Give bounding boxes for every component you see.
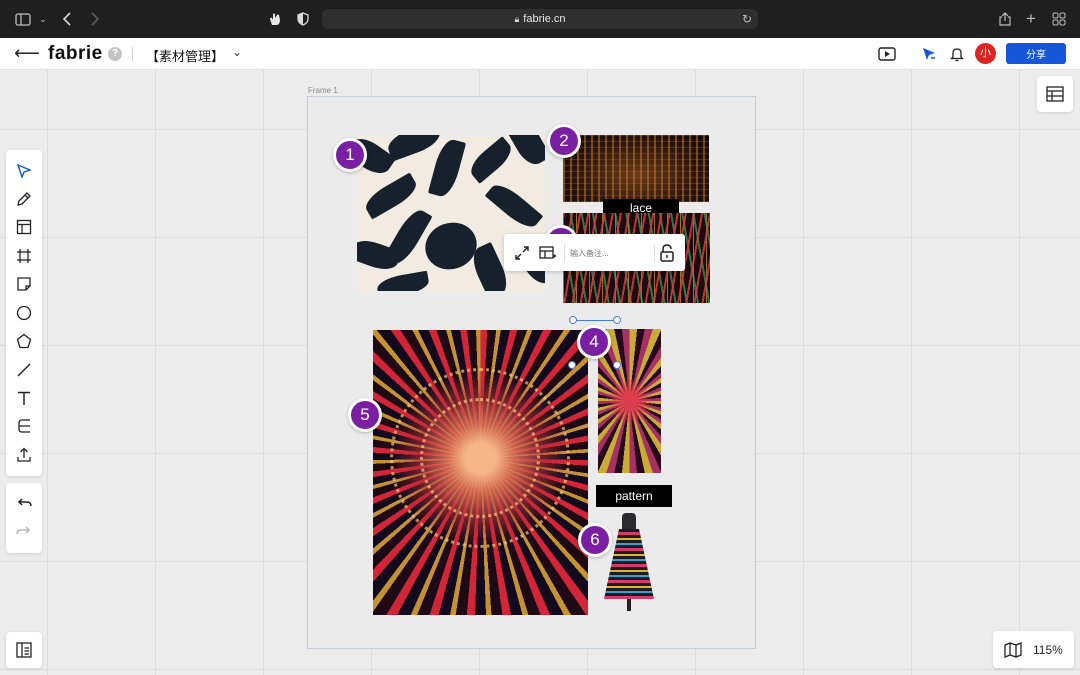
share-icon[interactable] (996, 10, 1014, 28)
present-icon[interactable] (878, 45, 896, 63)
leaf-shape (361, 172, 421, 220)
note-input[interactable] (570, 244, 652, 262)
leaf-shape (506, 135, 545, 170)
frame-icon[interactable] (14, 246, 34, 266)
number-badge-1[interactable]: 1 (333, 138, 367, 172)
pattern-label[interactable]: pattern (596, 485, 672, 507)
number-badge-5[interactable]: 5 (348, 398, 382, 432)
url-text: fabrie.cn (523, 13, 566, 25)
app-header: ⟵ fabrie ? 【素材管理】 ⌄ 小 分享 (0, 38, 1080, 70)
frame-label[interactable]: Frame 1 (308, 86, 338, 95)
leaf-shape (384, 135, 444, 162)
hand-icon[interactable] (266, 10, 284, 28)
garment-stand (627, 599, 631, 611)
leaf-shape (418, 215, 484, 277)
share-button[interactable]: 分享 (1006, 43, 1066, 64)
resize-handle[interactable] (569, 316, 577, 324)
sidebar-icon[interactable] (14, 10, 32, 28)
logo[interactable]: fabrie (48, 43, 103, 65)
leaf-shape (465, 136, 517, 184)
project-name[interactable]: 【素材管理】 (146, 46, 224, 65)
cursor-icon[interactable] (920, 45, 938, 63)
header-divider (132, 47, 133, 61)
zoom-level: 115% (1033, 643, 1063, 657)
selection-edge (573, 320, 617, 321)
pen-icon[interactable] (14, 189, 34, 209)
garment-neck (622, 513, 636, 531)
circle-icon[interactable] (14, 303, 34, 323)
mandala-image[interactable] (373, 330, 588, 615)
reload-icon[interactable]: ↻ (742, 12, 752, 26)
zoom-control[interactable]: 115% (993, 631, 1074, 668)
leaf-shape (484, 178, 544, 234)
table-view-button[interactable] (1037, 76, 1073, 112)
leaf-shape (375, 270, 431, 291)
chevron-down-icon[interactable]: ⌄ (232, 45, 242, 59)
history-panel (6, 483, 42, 553)
upload-icon[interactable] (14, 445, 34, 465)
help-icon[interactable]: ? (108, 47, 122, 61)
map-icon[interactable] (1003, 640, 1023, 660)
redo-icon[interactable] (14, 522, 34, 542)
expand-icon[interactable] (512, 243, 532, 263)
bell-icon[interactable] (948, 45, 966, 63)
unlock-icon[interactable] (657, 243, 677, 263)
table-icon (1046, 86, 1064, 102)
garment-image[interactable] (598, 511, 660, 611)
text-icon[interactable] (14, 388, 34, 408)
lace-image[interactable] (563, 135, 709, 202)
tabs-grid-icon[interactable] (1050, 10, 1068, 28)
layout-icon[interactable] (14, 217, 34, 237)
mandala-ring (390, 368, 570, 548)
resize-handle[interactable] (568, 361, 576, 369)
toolbar-divider (564, 244, 565, 262)
undo-icon[interactable] (14, 494, 34, 514)
connector-icon[interactable] (14, 416, 34, 436)
pentagon-icon[interactable] (14, 331, 34, 351)
chevron-down-icon[interactable]: ⌄ (34, 10, 52, 28)
add-to-table-icon[interactable] (538, 243, 558, 263)
back-arrow-icon[interactable]: ⟵ (14, 44, 40, 62)
tools-panel (6, 150, 42, 476)
lock-icon: 🔒︎ (514, 13, 520, 24)
avatar[interactable]: 小 (975, 43, 996, 64)
plus-icon[interactable]: + (1022, 9, 1040, 28)
back-icon[interactable] (58, 10, 76, 28)
browser-toolbar: ⌄ 🔒︎ fabrie.cn ↻ + (0, 0, 1080, 38)
sticky-note-icon[interactable] (14, 274, 34, 294)
leaf-shape (427, 136, 467, 200)
toolbar-divider (654, 244, 655, 262)
resize-handle[interactable] (613, 316, 621, 324)
panel-icon (16, 642, 32, 658)
layers-panel-button[interactable] (6, 632, 42, 668)
address-bar[interactable]: 🔒︎ fabrie.cn ↻ (322, 9, 758, 29)
number-badge-4[interactable]: 4 (577, 325, 611, 359)
number-badge-6[interactable]: 6 (578, 523, 612, 557)
number-badge-2[interactable]: 2 (547, 124, 581, 158)
resize-handle[interactable] (613, 361, 621, 369)
select-icon[interactable] (14, 161, 34, 181)
line-icon[interactable] (14, 360, 34, 380)
image-toolbar (504, 234, 685, 271)
shield-icon[interactable] (294, 10, 312, 28)
forward-icon[interactable] (86, 10, 104, 28)
